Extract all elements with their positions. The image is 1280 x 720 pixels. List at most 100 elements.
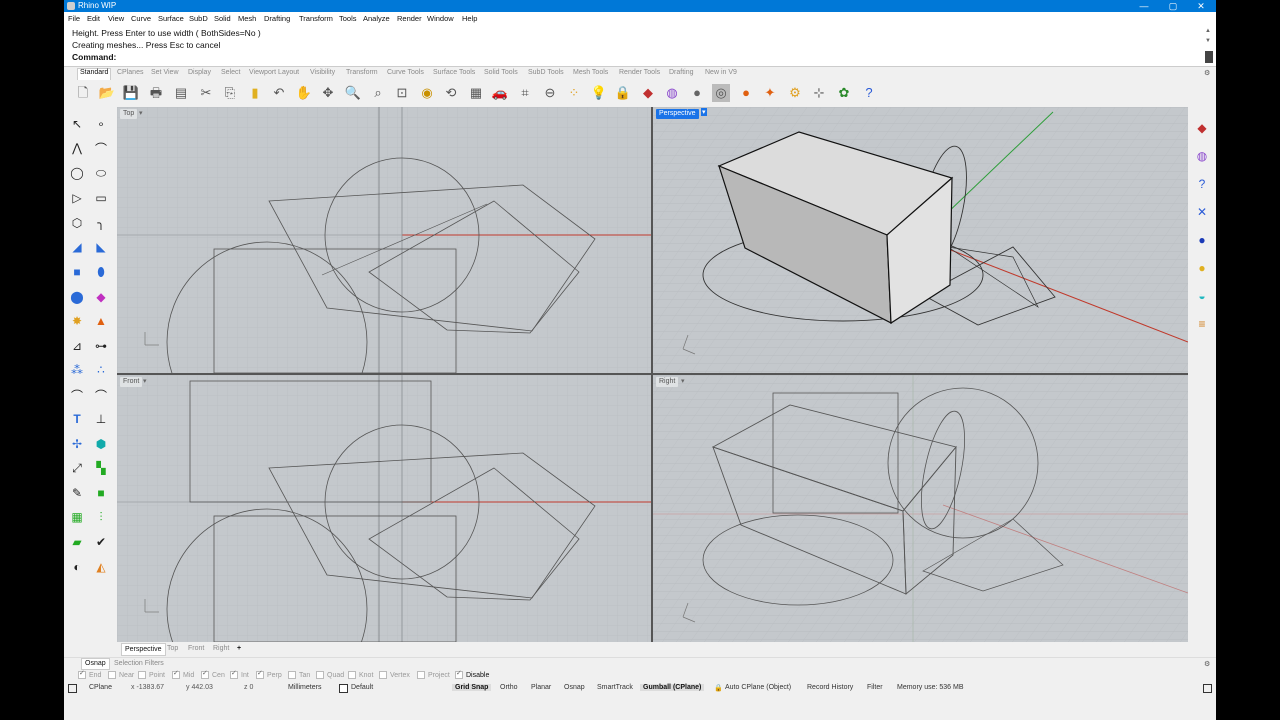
- capsule-icon[interactable]: ⬮: [91, 262, 111, 282]
- tab-surface-tools[interactable]: Surface Tools: [433, 69, 475, 76]
- rotate-view-icon[interactable]: ✥: [319, 84, 337, 102]
- osnap-tan-checkbox[interactable]: Tan: [288, 671, 310, 679]
- menu-subd[interactable]: SubD: [189, 14, 208, 23]
- options-gear-icon[interactable]: ⚙: [786, 84, 804, 102]
- menu-render[interactable]: Render: [397, 14, 422, 23]
- grid-snap-toggle[interactable]: Grid Snap: [452, 684, 492, 691]
- box-icon[interactable]: ■: [67, 262, 87, 282]
- grid-array-icon[interactable]: ▚: [91, 458, 111, 478]
- spheres-icon[interactable]: ⁂: [67, 360, 87, 380]
- gear-icon[interactable]: ⚙: [1204, 69, 1210, 77]
- osnap-int-checkbox[interactable]: Int: [230, 669, 249, 679]
- menu-transform[interactable]: Transform: [299, 14, 333, 23]
- osnap-mid-checkbox[interactable]: Mid: [172, 669, 194, 679]
- tab-transform[interactable]: Transform: [346, 69, 378, 76]
- move-icon[interactable]: ⤢: [67, 458, 87, 478]
- grid-snap-icon[interactable]: ▦: [67, 507, 87, 527]
- viewport-menu-arrow-icon[interactable]: ▾: [143, 377, 147, 385]
- viewport-label-right[interactable]: Right: [656, 377, 679, 387]
- transform-icon[interactable]: ✢: [67, 434, 87, 454]
- tab-viewport-layout[interactable]: Viewport Layout: [249, 69, 299, 76]
- panel-toggle-icon[interactable]: [1203, 684, 1212, 693]
- cplane-icon[interactable]: ⊖: [541, 84, 559, 102]
- named-view-car-icon[interactable]: 🚗: [491, 84, 509, 102]
- layer-color-swatch[interactable]: [339, 684, 348, 693]
- minimize-button[interactable]: —: [1134, 0, 1154, 12]
- zoom-selected-icon[interactable]: ◉: [418, 84, 436, 102]
- light-icon[interactable]: ●: [1192, 258, 1212, 278]
- split-icon[interactable]: ⊶: [91, 336, 111, 356]
- menu-tools[interactable]: Tools: [339, 14, 357, 23]
- surface-corner-icon[interactable]: ◢: [67, 237, 87, 257]
- render-sphere-icon[interactable]: ●: [737, 84, 755, 102]
- viewport-perspective[interactable]: Perspective ▾: [653, 107, 1188, 373]
- osnap-toggle[interactable]: Osnap: [564, 684, 585, 691]
- layers-icon[interactable]: ◆: [639, 84, 657, 102]
- viewport-front[interactable]: Front ▾: [117, 375, 651, 642]
- lightbulb-icon[interactable]: 💡: [590, 84, 608, 102]
- panel-toggle-icon[interactable]: [68, 684, 77, 693]
- save-icon[interactable]: 💾: [122, 84, 140, 102]
- viewport-label-front[interactable]: Front: [120, 377, 143, 387]
- align-icon[interactable]: ⫶: [91, 507, 111, 527]
- command-prompt[interactable]: Command:: [72, 52, 116, 62]
- undo-icon[interactable]: ↶: [270, 84, 288, 102]
- undo-view-icon[interactable]: ⟲: [442, 84, 460, 102]
- tab-front[interactable]: Front: [188, 645, 204, 652]
- scroll-down-icon[interactable]: ▼: [1205, 38, 1213, 44]
- tab-right[interactable]: Right: [213, 645, 229, 652]
- osnap-vertex-checkbox[interactable]: Vertex: [379, 671, 410, 679]
- four-viewports-icon[interactable]: ▦: [467, 84, 485, 102]
- osnap-quad-checkbox[interactable]: Quad: [316, 671, 344, 679]
- paste-icon[interactable]: ▮: [246, 84, 264, 102]
- filter-toggle[interactable]: Filter: [867, 684, 883, 691]
- menu-edit[interactable]: Edit: [87, 14, 100, 23]
- texture-icon[interactable]: ≡: [1192, 314, 1212, 334]
- tab-set-view[interactable]: Set View: [151, 69, 179, 76]
- color-wheel-icon[interactable]: ◍: [663, 84, 681, 102]
- viewport-label-top[interactable]: Top: [120, 109, 138, 119]
- auto-cplane-toggle[interactable]: Auto CPlane (Object): [725, 684, 791, 691]
- viewport-menu-arrow-icon[interactable]: ▾: [701, 108, 707, 116]
- new-file-icon[interactable]: 🗋: [74, 84, 92, 102]
- notepad-icon[interactable]: ▰: [67, 532, 87, 552]
- block-icon[interactable]: ◐: [67, 557, 87, 577]
- offset-icon[interactable]: ⌒: [91, 385, 111, 405]
- extrude-surface-icon[interactable]: ◣: [91, 237, 111, 257]
- help-icon[interactable]: ?: [1192, 174, 1212, 194]
- record-history-toggle[interactable]: Record History: [807, 684, 853, 691]
- close-button[interactable]: ✕: [1191, 0, 1211, 12]
- status-cplane[interactable]: CPlane: [89, 684, 112, 691]
- circle-icon[interactable]: ◯: [67, 163, 87, 183]
- points-on-icon[interactable]: ⁘: [565, 84, 583, 102]
- curve-icon[interactable]: ⌒: [91, 138, 111, 158]
- tab-solid-tools[interactable]: Solid Tools: [484, 69, 518, 76]
- gear-icon[interactable]: ⚙: [1204, 660, 1210, 668]
- command-options-button[interactable]: [1205, 51, 1213, 63]
- properties-icon[interactable]: ▤: [172, 84, 190, 102]
- osnap-project-checkbox[interactable]: Project: [417, 671, 450, 679]
- wireframe-sphere-icon[interactable]: ◎: [712, 84, 730, 102]
- tab-perspective[interactable]: Perspective: [121, 643, 166, 656]
- point-icon[interactable]: ∘: [91, 114, 111, 134]
- mesh-icon[interactable]: ◆: [91, 287, 111, 307]
- tab-osnap[interactable]: Osnap: [81, 658, 110, 670]
- lock-icon[interactable]: 🔒: [614, 84, 632, 102]
- analyze-icon[interactable]: ✎: [67, 483, 87, 503]
- help-icon[interactable]: ?: [860, 84, 878, 102]
- fillet-icon[interactable]: ⌒: [67, 385, 87, 405]
- flame-icon[interactable]: ▲: [91, 311, 111, 331]
- tab-visibility[interactable]: Visibility: [310, 69, 335, 76]
- viewport-menu-arrow-icon[interactable]: ▾: [681, 377, 685, 385]
- menu-help[interactable]: Help: [462, 14, 477, 23]
- osnap-end-checkbox[interactable]: End: [78, 669, 101, 679]
- cut-icon[interactable]: ✂: [197, 84, 215, 102]
- subd-icon[interactable]: ✸: [67, 311, 87, 331]
- ortho-toggle[interactable]: Ortho: [500, 684, 518, 691]
- osnap-perp-checkbox[interactable]: Perp: [256, 669, 282, 679]
- tab-display[interactable]: Display: [188, 69, 211, 76]
- shaded-sphere-icon[interactable]: ●: [688, 84, 706, 102]
- gumball-icon[interactable]: ⊹: [810, 84, 828, 102]
- grid-plane-icon[interactable]: ⌗: [516, 84, 534, 102]
- array-icon[interactable]: ⬢: [91, 434, 111, 454]
